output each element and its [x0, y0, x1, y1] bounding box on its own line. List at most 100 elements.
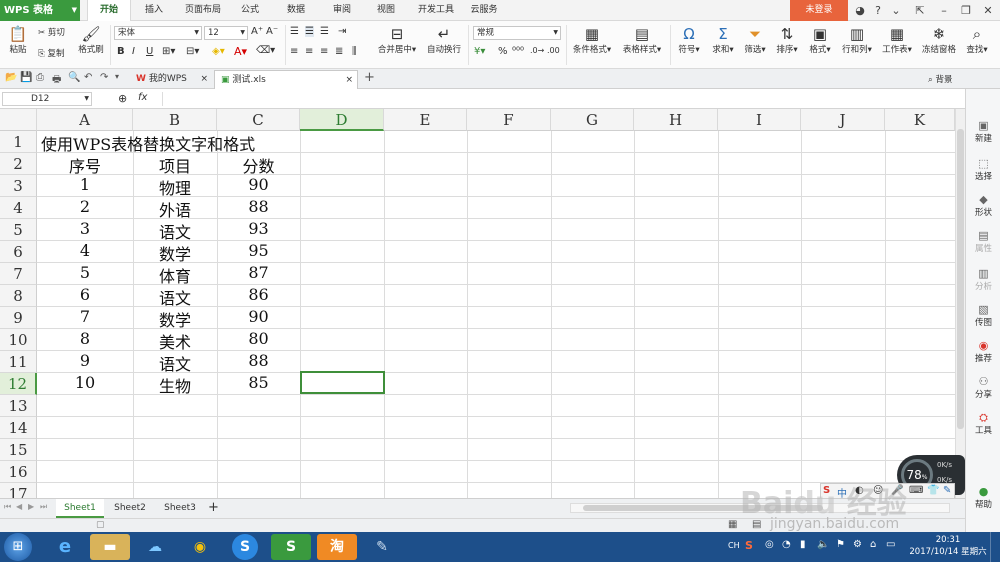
maximize-icon[interactable]: ❐ [956, 0, 976, 21]
doc-tab-my-wps[interactable]: W 我的WPS × [130, 70, 212, 89]
doc-tab-test-xls[interactable]: ▣ 测试.xls × [214, 70, 358, 89]
table-cell[interactable]: 93 [217, 219, 300, 238]
align-left-icon[interactable]: ≡ [290, 46, 298, 57]
row-header[interactable]: 14 [0, 417, 37, 439]
tools-button[interactable]: ⛭ 工具 [966, 411, 1000, 436]
properties-button[interactable]: ▤ 属性 [966, 229, 1000, 254]
sheet-tab-sheet1[interactable]: Sheet1 [56, 499, 104, 518]
last-sheet-icon[interactable]: ⏭ [40, 502, 47, 512]
tray-icon[interactable]: ⚑ [836, 539, 845, 550]
add-sheet-icon[interactable]: + [208, 500, 219, 515]
column-header[interactable]: H [634, 109, 718, 131]
print-icon[interactable]: 🖶 [52, 72, 61, 89]
start-button[interactable]: ⊞ [4, 533, 32, 561]
table-cell[interactable]: 生物 [133, 373, 217, 397]
formula-input[interactable] [162, 92, 962, 106]
sum-button[interactable]: Σ 求和▾ [708, 25, 738, 55]
customize-chevron-icon[interactable]: ▾ [115, 72, 119, 81]
column-header[interactable]: K [885, 109, 955, 131]
tab-cloud[interactable]: 云服务 [466, 0, 502, 21]
thousands-separator-icon[interactable]: ⁰⁰⁰ [512, 46, 524, 57]
help-icon[interactable]: ? [868, 0, 888, 21]
analysis-button[interactable]: ▥ 分析 [966, 267, 1000, 292]
shrink-font-icon[interactable]: A⁻ [266, 26, 278, 37]
restore-ribbon-icon[interactable]: ⇱ [910, 0, 930, 21]
tab-developer[interactable]: 开发工具 [413, 0, 459, 21]
sheet-tab-sheet2[interactable]: Sheet2 [106, 499, 154, 518]
row-header[interactable]: 10 [0, 329, 37, 351]
column-header[interactable]: A [37, 109, 133, 131]
vertical-scrollbar[interactable] [955, 109, 965, 498]
table-cell[interactable]: 5 [37, 263, 133, 282]
selected-cell-D12[interactable] [300, 371, 385, 394]
format-painter-button[interactable]: 🖌 格式刷 [76, 25, 106, 55]
freeze-panes-button[interactable]: ❄ 冻结窗格 [918, 25, 960, 55]
column-header[interactable]: B [133, 109, 217, 131]
table-cell[interactable]: 8 [37, 329, 133, 348]
column-header[interactable]: I [718, 109, 801, 131]
table-cell[interactable]: 88 [217, 197, 300, 216]
decrease-decimal-icon[interactable]: .00 [547, 46, 560, 55]
align-top-icon[interactable]: ☰ [290, 26, 299, 37]
next-sheet-icon[interactable]: ▶ [28, 502, 34, 511]
distributed-icon[interactable]: ⫼ [352, 46, 357, 57]
row-header-selected[interactable]: 12 [0, 373, 37, 395]
grow-font-icon[interactable]: A⁺ [251, 26, 263, 37]
table-cell[interactable]: 90 [217, 175, 300, 194]
table-cell[interactable]: 95 [217, 241, 300, 260]
find-button[interactable]: ⌕ 查找▾ [962, 25, 992, 55]
row-header[interactable]: 3 [0, 175, 37, 197]
table-cell[interactable]: 物理 [133, 175, 217, 199]
first-sheet-icon[interactable]: ⏮ [4, 502, 11, 512]
redo-icon[interactable]: ↷ [100, 72, 108, 83]
language-indicator[interactable]: CH [728, 541, 740, 550]
prev-sheet-icon[interactable]: ◀ [16, 502, 22, 511]
table-cell[interactable]: 80 [217, 329, 300, 348]
align-bottom-icon[interactable]: ☰ [320, 26, 329, 37]
minimize-icon[interactable]: – [934, 0, 954, 21]
table-style-button[interactable]: ▤ 表格样式▾ [618, 25, 666, 55]
function-icon[interactable]: fx [138, 92, 147, 103]
tab-view[interactable]: 视图 [370, 0, 402, 21]
tab-data[interactable]: 数据 [280, 0, 312, 21]
table-cell[interactable]: 85 [217, 373, 300, 392]
sort-button[interactable]: ⇅ 排序▾ [772, 25, 802, 55]
name-box[interactable]: D12 ▼ [2, 92, 92, 106]
column-header[interactable]: J [801, 109, 885, 131]
tab-formula[interactable]: 公式 [234, 0, 266, 21]
keyboard-icon[interactable]: ⌨ [909, 485, 923, 496]
shape-button[interactable]: ◆ 形状 [966, 193, 1000, 218]
align-right-icon[interactable]: ≡ [320, 46, 328, 57]
table-cell[interactable]: 2 [37, 197, 133, 216]
column-header[interactable]: G [551, 109, 634, 131]
justify-icon[interactable]: ≣ [335, 46, 343, 57]
conditional-format-button[interactable]: ▦ 条件格式▾ [568, 25, 616, 55]
font-name-select[interactable]: 宋体 ▼ [114, 26, 202, 40]
cell-B2[interactable]: 项目 [133, 153, 217, 177]
tab-page-layout[interactable]: 页面布局 [178, 0, 228, 21]
row-header[interactable]: 6 [0, 241, 37, 263]
table-cell[interactable]: 90 [217, 307, 300, 326]
merge-center-button[interactable]: ⊟ 合并居中▾ [372, 25, 422, 55]
clock[interactable]: 20:31 2017/10/14 星期六 [908, 535, 988, 557]
column-header[interactable]: E [384, 109, 467, 131]
sogou-browser-icon[interactable]: S [232, 534, 258, 560]
tray-icon[interactable]: ⌂ [870, 539, 876, 550]
table-cell[interactable]: 语文 [133, 219, 217, 243]
ie-icon[interactable]: e [45, 534, 85, 560]
select-all-corner[interactable] [0, 109, 37, 131]
increase-decimal-icon[interactable]: .0→ [530, 46, 544, 55]
tray-icon[interactable]: ◔ [782, 539, 791, 550]
font-color-icon[interactable]: A▾ [234, 45, 247, 58]
tab-home[interactable]: 开始 [87, 0, 131, 21]
table-cell[interactable]: 10 [37, 373, 133, 392]
column-header[interactable]: F [467, 109, 551, 131]
table-cell[interactable]: 88 [217, 351, 300, 370]
indent-icon[interactable]: ⇥ [338, 26, 346, 37]
table-cell[interactable]: 3 [37, 219, 133, 238]
filter-button[interactable]: ⏷ 筛选▾ [740, 25, 770, 55]
table-cell[interactable]: 87 [217, 263, 300, 282]
row-header[interactable]: 16 [0, 461, 37, 483]
row-header[interactable]: 9 [0, 307, 37, 329]
open-icon[interactable]: 📂 [5, 72, 17, 83]
